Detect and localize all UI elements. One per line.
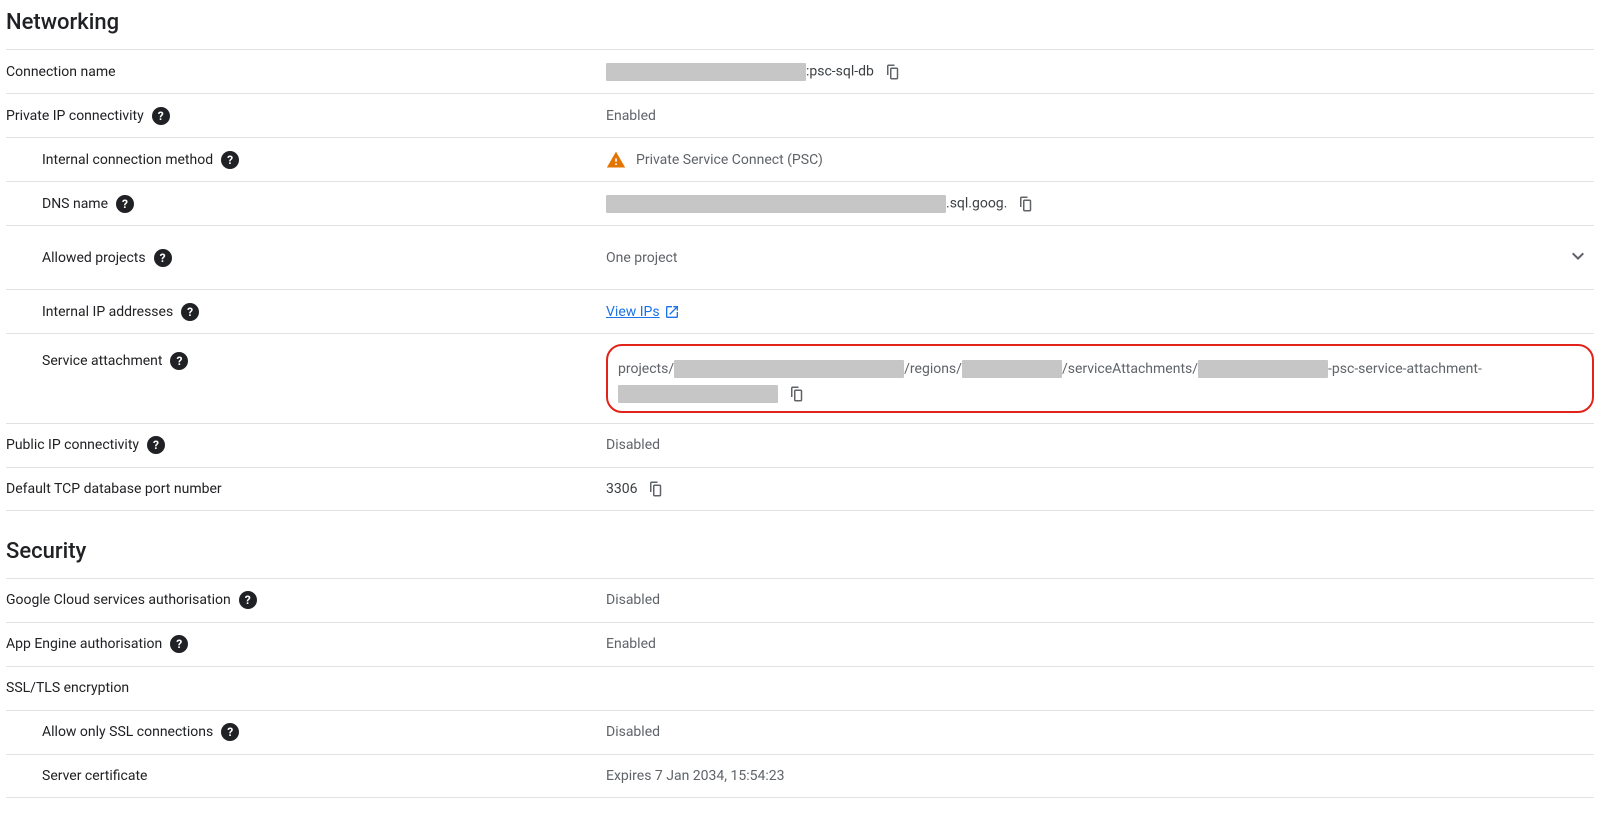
row-ssl-tls: SSL/TLS encryption	[6, 666, 1594, 710]
row-gc-auth: Google Cloud services authorisation ? Di…	[6, 578, 1594, 622]
label-allow-only-ssl: Allow only SSL connections	[42, 724, 213, 740]
copy-icon[interactable]	[647, 480, 665, 498]
label-server-cert: Server certificate	[42, 768, 147, 784]
redacted-block	[618, 385, 778, 403]
value-private-ip: Enabled	[606, 108, 656, 124]
help-icon[interactable]: ?	[170, 635, 188, 653]
redacted-block	[1198, 360, 1328, 378]
label-gc-auth: Google Cloud services authorisation	[6, 592, 231, 608]
chevron-down-icon[interactable]	[1566, 244, 1590, 272]
label-service-attachment: Service attachment	[42, 353, 162, 369]
row-private-ip: Private IP connectivity ? Enabled	[6, 93, 1594, 137]
redacted-block	[674, 360, 904, 378]
value-dns-name: .sql.goog.	[606, 195, 1007, 213]
open-new-icon	[664, 304, 680, 320]
row-app-engine: App Engine authorisation ? Enabled	[6, 622, 1594, 666]
section-heading-security: Security	[6, 539, 1594, 564]
copy-icon[interactable]	[1017, 195, 1035, 213]
label-connection-name: Connection name	[6, 64, 116, 80]
section-heading-networking: Networking	[6, 10, 1594, 35]
help-icon[interactable]: ?	[181, 303, 199, 321]
row-tcp-port: Default TCP database port number 3306	[6, 467, 1594, 511]
redacted-block	[962, 360, 1062, 378]
value-allow-only-ssl: Disabled	[606, 724, 660, 740]
highlighted-service-attachment: projects//regions//serviceAttachments/-p…	[606, 344, 1594, 413]
value-public-ip: Disabled	[606, 437, 660, 453]
label-public-ip: Public IP connectivity	[6, 437, 139, 453]
row-allowed-projects[interactable]: Allowed projects ? One project	[6, 225, 1594, 289]
redacted-block	[606, 63, 806, 81]
help-icon[interactable]: ?	[239, 591, 257, 609]
row-allow-only-ssl: Allow only SSL connections ? Disabled	[6, 710, 1594, 754]
help-icon[interactable]: ?	[221, 723, 239, 741]
label-app-engine: App Engine authorisation	[6, 636, 162, 652]
value-app-engine: Enabled	[606, 636, 656, 652]
label-ssl-tls: SSL/TLS encryption	[6, 680, 129, 696]
label-internal-connection: Internal connection method	[42, 152, 213, 168]
security-section: Google Cloud services authorisation ? Di…	[6, 578, 1594, 798]
copy-icon[interactable]	[788, 385, 806, 403]
label-dns-name: DNS name	[42, 196, 108, 212]
help-icon[interactable]: ?	[154, 249, 172, 267]
label-internal-ip: Internal IP addresses	[42, 304, 173, 320]
label-allowed-projects: Allowed projects	[42, 250, 146, 266]
label-tcp-port: Default TCP database port number	[6, 481, 222, 497]
link-view-ips[interactable]: View IPs	[606, 304, 680, 320]
copy-icon[interactable]	[884, 63, 902, 81]
row-server-cert: Server certificate Expires 7 Jan 2034, 1…	[6, 754, 1594, 798]
value-tcp-port: 3306	[606, 481, 637, 497]
row-connection-name: Connection name :psc-sql-db	[6, 49, 1594, 93]
value-allowed-projects: One project	[606, 250, 677, 266]
row-internal-ip: Internal IP addresses ? View IPs	[6, 289, 1594, 333]
help-icon[interactable]: ?	[152, 107, 170, 125]
networking-section: Connection name :psc-sql-db Private IP c…	[6, 49, 1594, 511]
value-service-attachment: projects//regions//serviceAttachments/-p…	[618, 354, 1582, 403]
help-icon[interactable]: ?	[221, 151, 239, 169]
row-internal-connection: Internal connection method ? Private Ser…	[6, 137, 1594, 181]
row-dns-name: DNS name ? .sql.goog.	[6, 181, 1594, 225]
help-icon[interactable]: ?	[116, 195, 134, 213]
row-public-ip: Public IP connectivity ? Disabled	[6, 423, 1594, 467]
label-private-ip: Private IP connectivity	[6, 108, 144, 124]
value-gc-auth: Disabled	[606, 592, 660, 608]
help-icon[interactable]: ?	[170, 352, 188, 370]
value-internal-connection: Private Service Connect (PSC)	[636, 152, 823, 168]
redacted-block	[606, 195, 946, 213]
help-icon[interactable]: ?	[147, 436, 165, 454]
row-service-attachment: Service attachment ? projects//regions//…	[6, 333, 1594, 423]
warning-icon	[606, 150, 626, 170]
value-connection-name: :psc-sql-db	[606, 63, 874, 81]
value-server-cert: Expires 7 Jan 2034, 15:54:23	[606, 768, 784, 784]
